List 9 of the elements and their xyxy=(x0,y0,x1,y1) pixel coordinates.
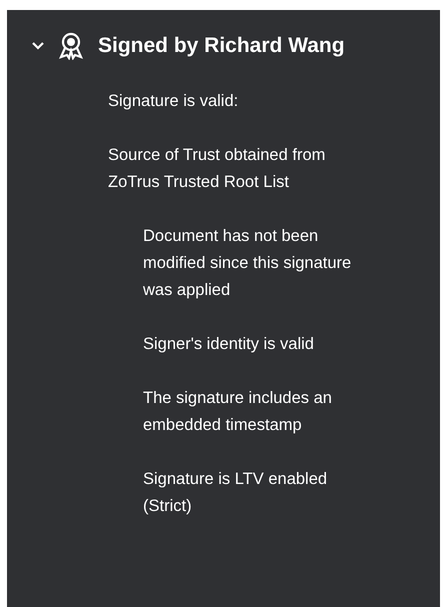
signature-detail: Signer's identity is valid xyxy=(143,334,314,355)
chevron-icon[interactable] xyxy=(31,41,45,51)
signature-detail: Signature is valid: xyxy=(108,91,238,112)
signature-detail: Document has not been modified since this signature was applied xyxy=(143,226,352,301)
signature-detail: The signature includes an embedded timestamp xyxy=(143,388,332,436)
signature-detail: Signature is LTV enabled (Strict) xyxy=(143,469,328,517)
signature-title[interactable]: Signed by Richard Wang xyxy=(98,34,345,58)
signature-detail: Source of Trust obtained from ZoTrus Trusted Root List xyxy=(108,145,326,193)
award-icon xyxy=(58,32,84,60)
